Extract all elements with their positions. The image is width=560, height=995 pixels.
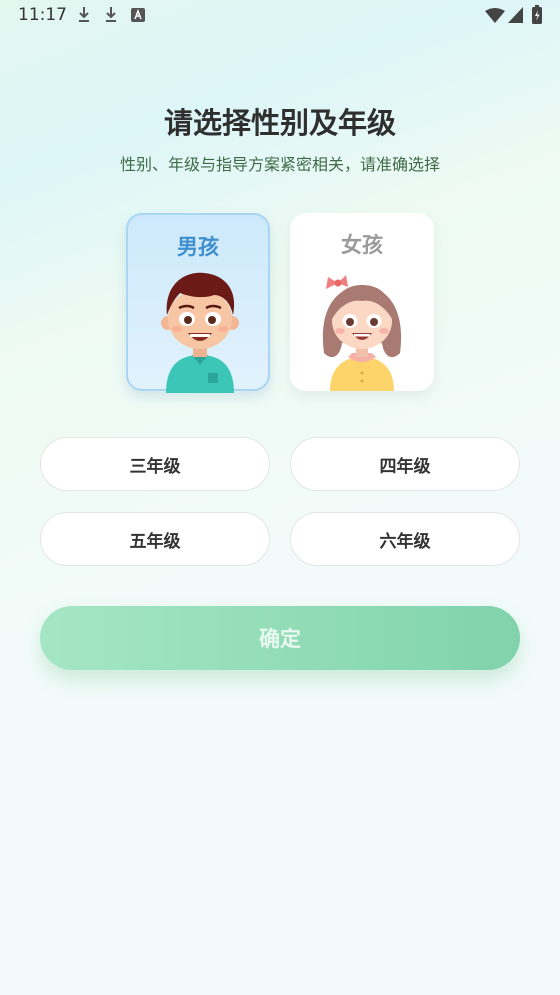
boy-avatar-icon	[161, 272, 239, 393]
page-title: 请选择性别及年级	[163, 106, 396, 140]
grade-button-5[interactable]: 五年级	[40, 512, 270, 566]
gender-option-girl[interactable]: 女孩	[290, 213, 434, 391]
signal-icon	[508, 7, 523, 23]
battery-charging-icon	[532, 5, 542, 24]
wifi-icon	[485, 8, 505, 23]
download-icon	[79, 7, 89, 22]
gender-option-boy[interactable]: 男孩	[126, 213, 270, 393]
grade-button-3[interactable]: 三年级	[40, 437, 270, 491]
confirm-button[interactable]: 确定	[40, 606, 520, 670]
gender-label-boy: 男孩	[177, 235, 219, 259]
grade-button-6[interactable]: 六年级	[290, 512, 520, 566]
status-bar: 11:17	[0, 0, 560, 32]
girl-avatar-icon	[322, 275, 402, 391]
gender-label-girl: 女孩	[341, 233, 383, 257]
download-icon	[106, 7, 116, 22]
font-app-icon	[131, 8, 145, 22]
status-time: 11:17	[18, 5, 67, 25]
grade-button-4[interactable]: 四年级	[290, 437, 520, 491]
page-subtitle: 性别、年级与指导方案紧密相关，请准确选择	[119, 155, 440, 174]
